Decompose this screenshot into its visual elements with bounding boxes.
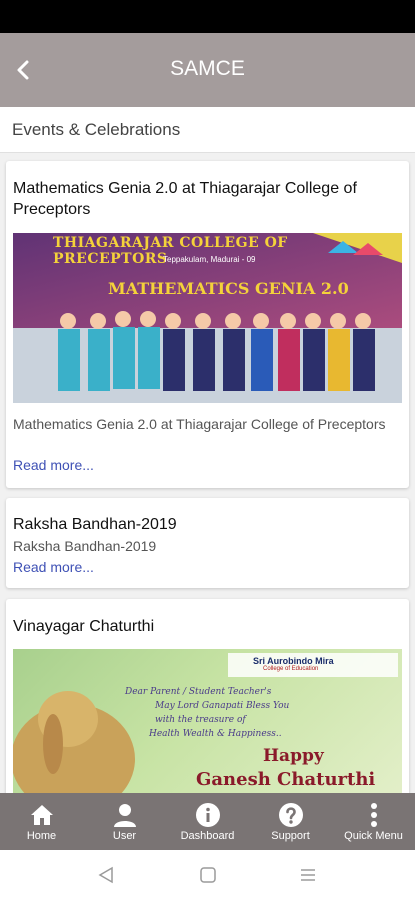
nav-home-label: Home <box>26 830 57 842</box>
app-title: SAMCE <box>170 57 245 80</box>
banner-subheading: Teppakulam, Madurai - 09 <box>163 255 256 264</box>
banner-event-name: MATHEMATICS GENIA 2.0 <box>108 279 349 298</box>
poster-org-sub: College of Education <box>263 666 319 672</box>
nav-support-label: Support <box>271 830 310 842</box>
events-list[interactable]: Mathematics Genia 2.0 at Thiagarajar Col… <box>0 153 415 793</box>
system-navigation-bar <box>0 850 415 900</box>
poster-message-2: May Lord Ganapati Bless You <box>155 701 290 711</box>
poster-message-1: Dear Parent / Student Teacher's <box>125 687 272 697</box>
event-title: Mathematics Genia 2.0 at Thiagarajar Col… <box>13 180 357 218</box>
event-card[interactable]: Mathematics Genia 2.0 at Thiagarajar Col… <box>6 161 409 488</box>
section-title: Events & Celebrations <box>12 120 181 139</box>
help-icon <box>278 802 304 828</box>
nav-quick-menu-label: Quick Menu <box>344 830 403 842</box>
app-bar: SAMCE <box>0 33 415 107</box>
nav-support[interactable]: Support <box>249 793 332 850</box>
system-recents-icon[interactable] <box>299 866 317 884</box>
event-description: Mathematics Genia 2.0 at Thiagarajar Col… <box>13 416 386 432</box>
poster-festival: Ganesh Chaturthi <box>196 769 376 790</box>
event-image: THIAGARAJAR COLLEGE OF PRECEPTORS Teppak… <box>13 233 402 403</box>
status-bar <box>0 0 415 33</box>
poster-org: Sri Aurobindo Mira <box>253 656 334 666</box>
poster-message-4: Health Wealth & Happiness.. <box>149 729 282 739</box>
poster-happy: Happy <box>263 746 324 766</box>
section-header: Events & Celebrations <box>0 107 415 153</box>
nav-dashboard[interactable]: Dashboard <box>166 793 249 850</box>
nav-user[interactable]: User <box>83 793 166 850</box>
event-image: Sri Aurobindo Mira College of Education … <box>13 649 402 793</box>
nav-quick-menu[interactable]: Quick Menu <box>332 793 415 850</box>
bottom-navigation: Home User Dashboard Support Quick Menu <box>0 793 415 850</box>
user-icon <box>112 802 138 828</box>
system-back-icon[interactable] <box>97 866 115 884</box>
nav-home[interactable]: Home <box>0 793 83 850</box>
event-title: Vinayagar Chaturthi <box>13 618 155 635</box>
nav-user-label: User <box>112 830 137 842</box>
nav-dashboard-label: Dashboard <box>180 830 235 842</box>
system-home-icon[interactable] <box>199 866 217 884</box>
read-more-link[interactable]: Read more... <box>13 559 94 575</box>
event-card[interactable]: Vinayagar Chaturthi Sri Aurobindo Mira C… <box>6 599 409 793</box>
home-icon <box>29 802 55 828</box>
event-description: Raksha Bandhan-2019 <box>13 538 157 554</box>
info-icon <box>195 802 221 828</box>
more-vertical-icon <box>361 802 387 828</box>
read-more-link[interactable]: Read more... <box>13 457 94 473</box>
poster-message-3: with the treasure of <box>155 715 246 725</box>
event-title: Raksha Bandhan-2019 <box>13 516 177 533</box>
event-card[interactable]: Raksha Bandhan-2019 Raksha Bandhan-2019 … <box>6 498 409 588</box>
